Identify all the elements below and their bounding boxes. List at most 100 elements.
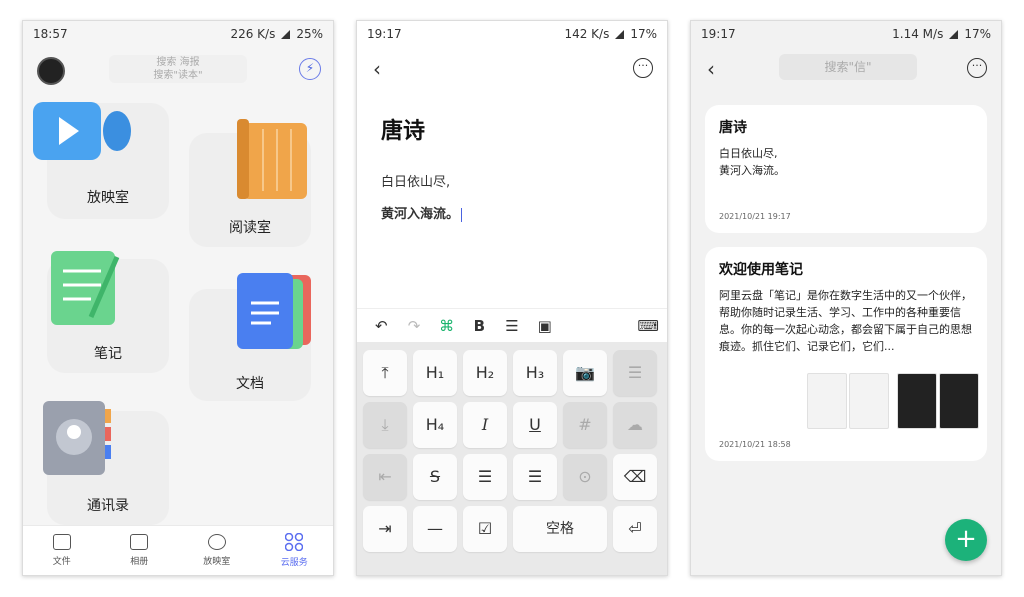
note-title: 唐诗 xyxy=(719,120,747,136)
play-icon xyxy=(207,534,226,550)
documents-icon xyxy=(237,273,311,349)
key-h3[interactable]: H₃ xyxy=(513,350,557,396)
photo-icon xyxy=(130,534,149,550)
status-bar: 19:17 1.14 M/s 17% xyxy=(691,21,1001,47)
signal-icon xyxy=(281,29,291,39)
phone-note-list: 19:17 1.14 M/s 17% ‹ 搜索"信" ··· 唐诗 白日依山尽,… xyxy=(690,20,1002,576)
format-toolbar: ↶ ↷ ⌘ B ☰ ▣ ⌨ xyxy=(357,308,667,342)
search-input[interactable]: 搜索 海报 搜索"读本" xyxy=(109,55,247,83)
more-icon[interactable]: ··· xyxy=(633,58,653,78)
key-mention[interactable]: ⊙ xyxy=(563,454,607,500)
status-battery: 25% xyxy=(296,27,323,41)
card-contacts[interactable]: 通讯录 xyxy=(43,401,169,525)
list-icon[interactable]: ☰ xyxy=(496,317,529,335)
tab-label: 云服务 xyxy=(280,558,308,568)
card-label: 笔记 xyxy=(94,346,122,362)
card-screening-room[interactable]: 放映室 xyxy=(33,102,169,219)
note-preview: 阿里云盘「笔记」是你在数字生活中的又一个伙伴，帮助你随时记录生活、学习、工作中的… xyxy=(719,289,972,353)
note-card[interactable]: 欢迎使用笔记 阿里云盘「笔记」是你在数字生活中的又一个伙伴，帮助你随时记录生活、… xyxy=(705,247,987,461)
card-label: 通讯录 xyxy=(87,498,129,514)
card-documents[interactable]: 文档 xyxy=(189,273,311,401)
key-outdent[interactable]: ⇤ xyxy=(363,454,407,500)
key-h4[interactable]: H₄ xyxy=(413,402,457,448)
status-battery: 17% xyxy=(630,27,657,41)
phone-note-editor: 19:17 142 K/s 17% ‹ ··· 唐诗 白日依山尽, 黄河入海流。… xyxy=(356,20,668,576)
tab-label: 放映室 xyxy=(203,557,231,567)
add-note-button[interactable]: + xyxy=(945,519,987,561)
key-quote[interactable]: ☰ xyxy=(463,454,507,500)
tab-label: 文件 xyxy=(52,557,71,567)
note-date: 2021/10/21 19:17 xyxy=(719,212,791,221)
keyboard-icon[interactable]: ⌨ xyxy=(561,317,659,335)
image-icon[interactable]: ▣ xyxy=(528,317,561,335)
note-thumbnail xyxy=(897,373,937,429)
command-icon[interactable]: ⌘ xyxy=(430,317,463,335)
status-bar: 18:57 226 K/s 25% xyxy=(23,21,333,47)
status-time: 19:17 xyxy=(367,27,402,41)
cloud-service-icon xyxy=(285,533,304,551)
key-divider[interactable]: — xyxy=(413,506,457,552)
back-icon[interactable]: ‹ xyxy=(373,57,381,81)
search-hint-1: 搜索 海报 xyxy=(156,57,200,68)
key-to-top[interactable]: ⤒ xyxy=(363,350,407,396)
note-line-2-text: 黄河入海流。 xyxy=(381,207,460,222)
card-label: 阅读室 xyxy=(229,220,271,236)
video-camera-icon xyxy=(33,102,131,160)
key-checkbox[interactable]: ☑ xyxy=(463,506,507,552)
note-thumbnail xyxy=(849,373,889,429)
key-to-bottom[interactable]: ⤓ xyxy=(363,402,407,448)
key-underline[interactable]: U xyxy=(513,402,557,448)
status-speed: 1.14 M/s xyxy=(892,27,944,41)
more-icon[interactable]: ··· xyxy=(967,58,987,78)
cloud-upload-icon[interactable]: ☁ xyxy=(613,402,657,448)
bottom-tab-bar: 文件 相册 放映室 云服务 xyxy=(23,525,333,575)
signal-icon xyxy=(615,29,625,39)
status-battery: 17% xyxy=(964,27,991,41)
note-line-2[interactable]: 黄河入海流。 xyxy=(381,203,463,222)
key-hash[interactable]: # xyxy=(563,402,607,448)
text-caret xyxy=(461,207,463,222)
key-h1[interactable]: H₁ xyxy=(413,350,457,396)
tab-files[interactable]: 文件 xyxy=(23,526,101,575)
undo-icon[interactable]: ↶ xyxy=(365,317,398,335)
search-hint-2: 搜索"读本" xyxy=(153,70,203,81)
key-h2[interactable]: H₂ xyxy=(463,350,507,396)
tab-photos[interactable]: 相册 xyxy=(101,526,179,575)
phone-home-screen: 18:57 226 K/s 25% 搜索 海报 搜索"读本" ⚡ 放映室 阅读室… xyxy=(22,20,334,576)
tab-cloud-service[interactable]: 云服务 xyxy=(256,526,334,575)
camera-icon[interactable]: 📷 xyxy=(563,350,607,396)
key-strikethrough[interactable]: S xyxy=(413,454,457,500)
key-list[interactable]: ☰ xyxy=(613,350,657,396)
key-italic[interactable]: I xyxy=(463,402,507,448)
key-indent[interactable]: ⇥ xyxy=(363,506,407,552)
note-thumbnail xyxy=(939,373,979,429)
bold-icon[interactable]: B xyxy=(463,317,496,335)
avatar[interactable] xyxy=(37,57,65,85)
note-preview: 白日依山尽, 黄河入海流。 xyxy=(719,147,785,177)
search-input[interactable]: 搜索"信" xyxy=(779,54,917,80)
key-enter[interactable]: ⏎ xyxy=(613,506,657,552)
note-card[interactable]: 唐诗 白日依山尽, 黄河入海流。 2021/10/21 19:17 xyxy=(705,105,987,233)
card-notes[interactable]: 笔记 xyxy=(47,251,169,373)
note-title: 欢迎使用笔记 xyxy=(719,262,803,278)
note-line-1[interactable]: 白日依山尽, xyxy=(381,171,450,190)
folder-icon xyxy=(52,534,71,550)
redo-icon[interactable]: ↷ xyxy=(398,317,431,335)
key-ordered-list[interactable]: ☰ xyxy=(513,454,557,500)
status-speed: 142 K/s xyxy=(564,27,610,41)
card-label: 放映室 xyxy=(87,190,129,206)
back-icon[interactable]: ‹ xyxy=(707,57,715,81)
note-thumbnail xyxy=(807,373,847,429)
bolt-icon[interactable]: ⚡ xyxy=(299,58,321,80)
status-speed: 226 K/s xyxy=(230,27,276,41)
markdown-keyboard: ⤒ H₁ H₂ H₃ 📷 ☰ ⤓ H₄ I U # ☁ ⇤ S ☰ ☰ ⊙ ⌫ … xyxy=(357,342,667,575)
backspace-icon[interactable]: ⌫ xyxy=(613,454,657,500)
tab-screening[interactable]: 放映室 xyxy=(178,526,256,575)
key-space[interactable]: 空格 xyxy=(513,506,607,552)
status-time: 19:17 xyxy=(701,27,736,41)
card-reading-room[interactable]: 阅读室 xyxy=(189,119,311,247)
contacts-icon xyxy=(43,401,111,475)
status-time: 18:57 xyxy=(33,27,68,41)
note-title[interactable]: 唐诗 xyxy=(381,113,425,145)
card-label: 文档 xyxy=(236,376,264,392)
